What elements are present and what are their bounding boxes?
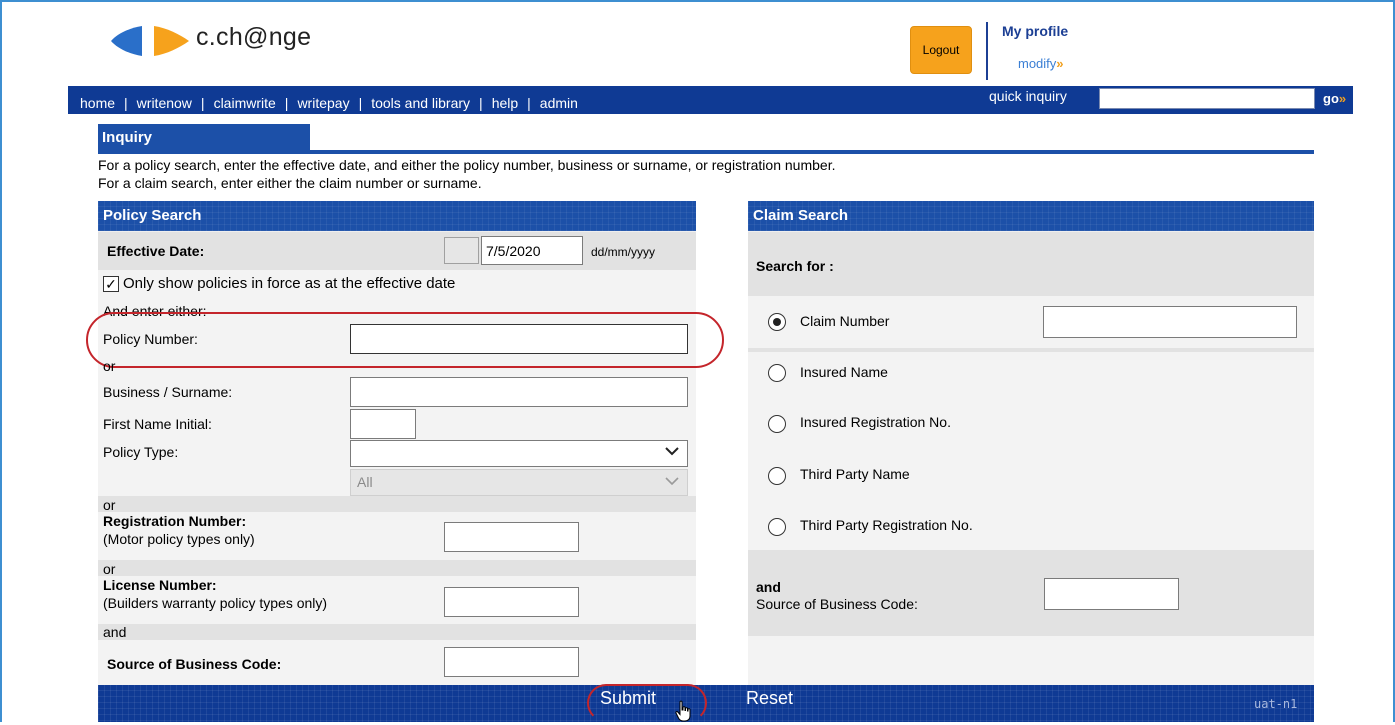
claim-source-business-label: Source of Business Code: (756, 596, 918, 612)
quick-inquiry-label: quick inquiry (989, 88, 1067, 104)
only-inforce-checkbox[interactable]: ✓ (103, 275, 119, 292)
policy-row-bg (98, 624, 696, 640)
insured-name-radio[interactable] (768, 364, 786, 382)
license-number-input[interactable] (444, 587, 579, 617)
date-format-hint: dd/mm/yyyy (591, 245, 656, 259)
main-nav: home | writenow | claimwrite | writepay | tools … (80, 95, 578, 111)
policy-source-business-input[interactable] (444, 647, 579, 677)
third-party-name-option-label: Third Party Name (800, 466, 910, 482)
go-arrow-icon: » (1338, 91, 1347, 106)
claim-number-input[interactable] (1043, 306, 1297, 338)
policy-type-label: Policy Type: (103, 444, 179, 460)
business-surname-label: Business / Surname: (103, 384, 233, 400)
environment-label: uat-n1 (1254, 697, 1298, 711)
registration-number-note: (Motor policy types only) (103, 531, 255, 547)
inquiry-title: Inquiry (98, 124, 310, 150)
and-label-policy: and (103, 624, 127, 640)
chevron-down-icon (665, 447, 679, 456)
policy-source-business-label: Source of Business Code: (107, 656, 282, 672)
first-name-initial-label: First Name Initial: (103, 416, 212, 432)
or-label-3: or (103, 561, 116, 577)
third-party-registration-radio[interactable] (768, 518, 786, 536)
chevron-down-icon (665, 477, 679, 486)
nav-item-writenow[interactable]: writenow (137, 95, 192, 111)
logo-text: c.ch@nge (196, 23, 312, 51)
policy-type-select[interactable] (350, 440, 688, 467)
license-number-note: (Builders warranty policy types only) (103, 595, 328, 611)
third-party-registration-option-label: Third Party Registration No. (800, 517, 973, 533)
inquiry-divider (98, 150, 1314, 154)
modify-label: modify (1018, 56, 1057, 71)
or-label-2: or (103, 497, 116, 513)
claim-instructions: For a claim search, enter either the cla… (98, 175, 482, 191)
nav-item-home[interactable]: home (80, 95, 115, 111)
or-label-1: or (103, 358, 116, 374)
claim-row-bg (748, 550, 1314, 636)
claim-row-bg (748, 636, 1314, 685)
policy-subtype-select: All (350, 469, 688, 496)
header-divider (986, 22, 988, 80)
quick-inquiry-input[interactable] (1099, 88, 1315, 109)
nav-item-tools-and-library[interactable]: tools and library (371, 95, 470, 111)
policy-row-bg (98, 496, 696, 512)
logo-icon (109, 24, 191, 61)
registration-number-label: Registration Number: (103, 513, 247, 529)
claim-search-title: Claim Search (748, 201, 1314, 231)
hand-cursor-icon (674, 700, 694, 725)
my-profile-link[interactable]: My profile (1002, 23, 1068, 39)
modify-profile-link[interactable]: modify» (1018, 56, 1064, 71)
only-inforce-label: Only show policies in force as at the ef… (123, 275, 456, 292)
claim-number-option-label: Claim Number (800, 313, 890, 329)
go-label: go (1323, 91, 1339, 106)
insured-registration-radio[interactable] (768, 415, 786, 433)
nav-item-writepay[interactable]: writepay (297, 95, 349, 111)
calendar-button[interactable] (444, 237, 479, 264)
search-for-label: Search for : (756, 258, 834, 274)
license-number-label: License Number: (103, 577, 217, 593)
logout-button[interactable]: Logout (910, 26, 972, 74)
business-surname-input[interactable] (350, 377, 688, 407)
policy-instructions: For a policy search, enter the effective… (98, 157, 836, 173)
insured-registration-option-label: Insured Registration No. (800, 414, 951, 430)
first-name-initial-input[interactable] (350, 409, 416, 439)
modify-arrow-icon: » (1056, 56, 1064, 71)
nav-item-admin[interactable]: admin (540, 95, 578, 111)
policy-search-title: Policy Search (98, 201, 696, 231)
policy-row-bg (98, 560, 696, 576)
effective-date-label: Effective Date: (107, 243, 205, 259)
insured-name-option-label: Insured Name (800, 364, 888, 380)
effective-date-input[interactable] (481, 236, 583, 265)
and-label-claim: and (756, 579, 781, 595)
go-button[interactable]: go» (1323, 91, 1346, 106)
third-party-name-radio[interactable] (768, 467, 786, 485)
registration-number-input[interactable] (444, 522, 579, 552)
only-inforce-row: ✓ Only show policies in force as at the … (103, 275, 455, 292)
policy-subtype-value: All (357, 474, 373, 490)
claim-number-radio[interactable] (768, 313, 786, 331)
nav-item-help[interactable]: help (492, 95, 518, 111)
reset-button[interactable]: Reset (746, 688, 793, 709)
nav-item-claimwrite[interactable]: claimwrite (214, 95, 276, 111)
claim-source-business-input[interactable] (1044, 578, 1179, 610)
policy-number-annotation-oval (86, 312, 724, 368)
